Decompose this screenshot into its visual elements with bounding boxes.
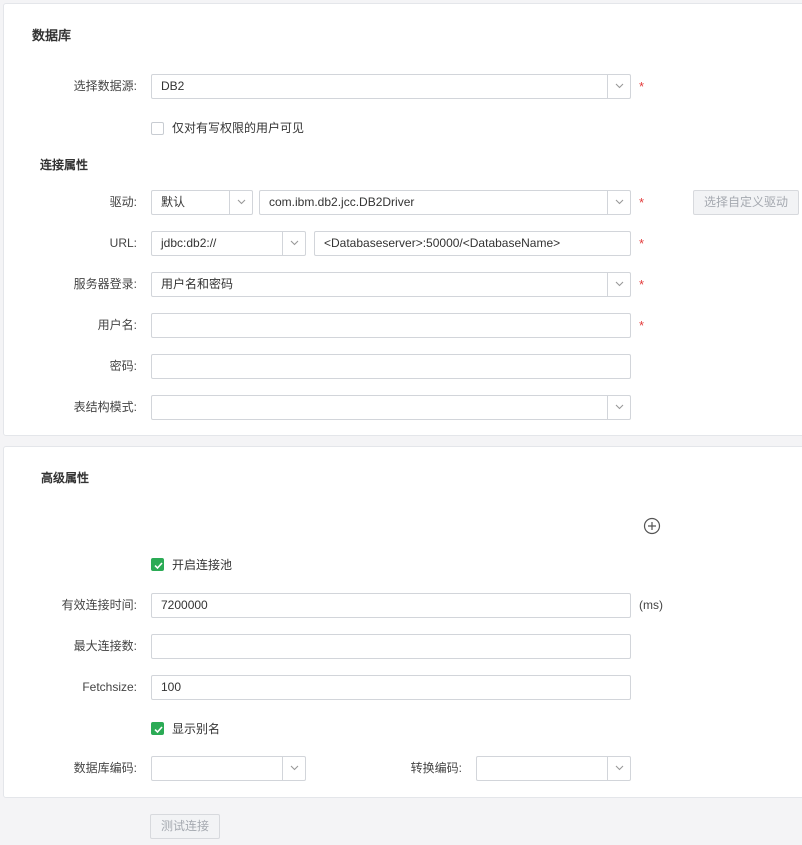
database-section-title: 数据库	[32, 28, 72, 43]
chevron-down-icon[interactable]	[229, 191, 252, 214]
driver-class-value: com.ibm.db2.jcc.DB2Driver	[269, 195, 415, 209]
schema-label: 表结构模式:	[73, 400, 137, 414]
username-label: 用户名:	[97, 318, 137, 332]
write-permission-checkbox[interactable]	[151, 122, 164, 135]
chevron-down-icon[interactable]	[607, 757, 630, 780]
check-icon	[154, 562, 163, 570]
schema-select[interactable]	[151, 395, 631, 420]
required-mark: *	[639, 195, 645, 210]
valid-connection-time-label: 有效连接时间:	[61, 598, 137, 612]
show-alias-label: 显示别名	[172, 722, 221, 736]
check-icon	[154, 726, 163, 734]
datasource-select[interactable]: DB2	[151, 74, 631, 99]
fetchsize-value: 100	[161, 680, 182, 694]
chevron-down-icon[interactable]	[607, 396, 630, 419]
fetchsize-label: Fetchsize:	[82, 680, 137, 694]
driver-label: 驱动:	[109, 195, 137, 209]
chevron-down-icon[interactable]	[607, 273, 630, 296]
plus-circle-icon[interactable]	[643, 517, 661, 535]
valid-connection-time-value: 7200000	[161, 598, 208, 612]
advanced-section-title: 高级属性	[41, 471, 90, 485]
write-permission-label: 仅对有写权限的用户可见	[172, 121, 305, 135]
required-mark: *	[639, 236, 645, 251]
chevron-down-icon[interactable]	[607, 191, 630, 214]
convert-encoding-select[interactable]	[476, 756, 631, 781]
fetchsize-input[interactable]: 100	[151, 675, 631, 700]
url-input[interactable]: <Databaseserver>:50000/<DatabaseName>	[314, 231, 631, 256]
ms-unit: (ms)	[639, 598, 663, 612]
convert-encoding-label: 转换编码:	[410, 761, 462, 775]
url-label: URL:	[109, 236, 137, 250]
required-mark: *	[639, 277, 645, 292]
url-prefix-select[interactable]: jdbc:db2://	[151, 231, 306, 256]
password-input[interactable]	[151, 354, 631, 379]
driver-type-value: 默认	[161, 195, 186, 209]
advanced-panel: 高级属性 开启连接池 有效连接时间: 7200000 (ms) 最大连接数: F…	[3, 446, 802, 798]
datasource-value: DB2	[161, 79, 185, 93]
test-connection-button[interactable]: 测试连接	[150, 814, 220, 839]
server-login-select[interactable]: 用户名和密码	[151, 272, 631, 297]
show-alias-checkbox[interactable]	[151, 722, 164, 735]
required-mark: *	[639, 79, 645, 94]
connection-pool-label: 开启连接池	[172, 558, 233, 572]
connection-pool-checkbox[interactable]	[151, 558, 164, 571]
driver-type-select[interactable]: 默认	[151, 190, 253, 215]
max-connections-label: 最大连接数:	[73, 639, 137, 653]
chevron-down-icon[interactable]	[282, 757, 305, 780]
url-value: <Databaseserver>:50000/<DatabaseName>	[324, 236, 561, 250]
chevron-down-icon[interactable]	[282, 232, 305, 255]
chevron-down-icon[interactable]	[607, 75, 630, 98]
database-encoding-select[interactable]	[151, 756, 306, 781]
valid-connection-time-input[interactable]: 7200000	[151, 593, 631, 618]
driver-class-select[interactable]: com.ibm.db2.jcc.DB2Driver	[259, 190, 631, 215]
required-mark: *	[639, 318, 645, 333]
server-login-label: 服务器登录:	[73, 277, 137, 291]
server-login-value: 用户名和密码	[161, 277, 234, 291]
password-label: 密码:	[109, 359, 137, 373]
database-encoding-label: 数据库编码:	[73, 761, 137, 775]
custom-driver-button[interactable]: 选择自定义驱动	[693, 190, 799, 215]
max-connections-input[interactable]	[151, 634, 631, 659]
datasource-label: 选择数据源:	[73, 79, 137, 93]
url-prefix-value: jdbc:db2://	[161, 236, 217, 250]
username-input[interactable]	[151, 313, 631, 338]
connection-properties-title: 连接属性	[40, 158, 89, 172]
database-panel: 数据库 选择数据源: DB2 * 仅对有写权限的用户可见 连接属性 驱动: 默认…	[3, 3, 802, 436]
